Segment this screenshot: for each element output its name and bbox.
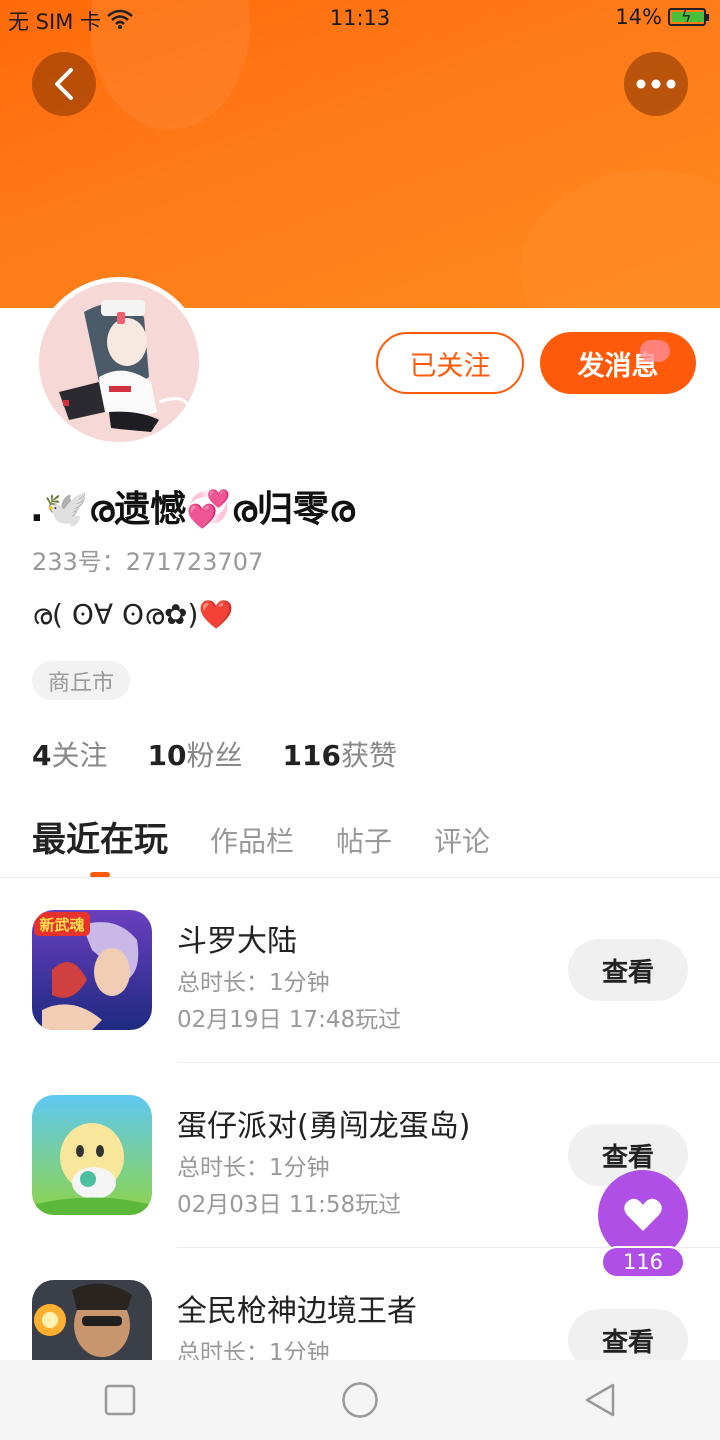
game-duration: 总时长：1分钟 [177, 970, 330, 996]
game-name: 蛋仔派对(勇闯龙蛋岛) [177, 1109, 471, 1144]
status-right: 14% ϟ [615, 5, 709, 29]
avatar[interactable] [34, 277, 204, 447]
tab-posts[interactable]: 帖子 [336, 820, 392, 860]
game-name: 斗罗大陆 [177, 924, 297, 959]
banner-decoration [520, 170, 720, 308]
following-count: 4 [32, 739, 52, 772]
battery-percent: 14% [615, 5, 662, 29]
game-last-played: 02月19日 17:48玩过 [177, 1007, 402, 1033]
home-button[interactable] [320, 1360, 400, 1440]
profile-tabs: 最近在玩 作品栏 帖子 评论 [32, 812, 532, 861]
tab-works[interactable]: 作品栏 [210, 820, 294, 860]
square-icon [104, 1384, 136, 1416]
following-stat[interactable]: 4关注 [32, 734, 108, 774]
more-button[interactable] [624, 52, 688, 116]
more-dots-icon [636, 79, 676, 89]
battery-icon: ϟ [668, 7, 709, 26]
system-nav-bar [0, 1360, 720, 1440]
game-icon-eggy-party [32, 1095, 152, 1215]
notification-dot [640, 340, 670, 362]
fans-label: 粉丝 [186, 739, 243, 772]
fans-stat[interactable]: 10粉丝 [148, 734, 243, 774]
stats-row: 4关注 10粉丝 116获赞 [32, 734, 397, 774]
user-bio: ര( ʘ∀ ʘര✿)❤️ [32, 598, 234, 631]
location-tag: 商丘市 [32, 661, 131, 700]
profile-page: 无 SIM 卡 11:13 14% ϟ 已关注 发消息 .🕊️ര遗憾💞ര归零ര … [0, 0, 720, 1440]
tab-comments[interactable]: 评论 [434, 820, 490, 860]
likes-label: 获赞 [340, 739, 397, 772]
nav-back-button[interactable] [560, 1360, 640, 1440]
game-last-played: 02月03日 11:58玩过 [177, 1192, 402, 1218]
fans-count: 10 [147, 739, 187, 772]
likes-count: 116 [282, 739, 341, 772]
user-id: 233号：271723707 [32, 548, 264, 576]
game-name: 全民枪神边境王者 [177, 1294, 417, 1329]
profile-banner [0, 0, 720, 308]
circle-icon [342, 1382, 378, 1418]
recent-apps-button[interactable] [80, 1360, 160, 1440]
chevron-left-icon [55, 68, 73, 100]
back-button[interactable] [32, 52, 96, 116]
clock: 11:13 [329, 6, 391, 30]
username: .🕊️ര遗憾💞ര归零ര [30, 489, 355, 530]
status-bar: 无 SIM 卡 11:13 14% ϟ [0, 0, 720, 38]
tab-recently-played[interactable]: 最近在玩 [32, 812, 168, 861]
game-duration: 总时长：1分钟 [177, 1155, 330, 1181]
view-button[interactable]: 查看 [568, 939, 688, 1001]
game-badge: 新武魂 [39, 916, 84, 934]
avatar-image [39, 282, 199, 442]
heart-icon [624, 1198, 662, 1231]
divider [177, 1062, 720, 1063]
following-label: 关注 [51, 739, 108, 772]
game-row[interactable]: 新武魂 斗罗大陆 总时长：1分钟 02月19日 17:48玩过 查看 [0, 910, 720, 1095]
like-count-badge: 116 [601, 1246, 685, 1278]
likes-stat[interactable]: 116获赞 [282, 734, 396, 774]
divider [0, 877, 720, 878]
send-message-button[interactable]: 发消息 [540, 332, 696, 394]
game-icon-douluo: 新武魂 [32, 910, 152, 1030]
followed-button[interactable]: 已关注 [376, 332, 524, 394]
triangle-back-icon [585, 1383, 615, 1417]
